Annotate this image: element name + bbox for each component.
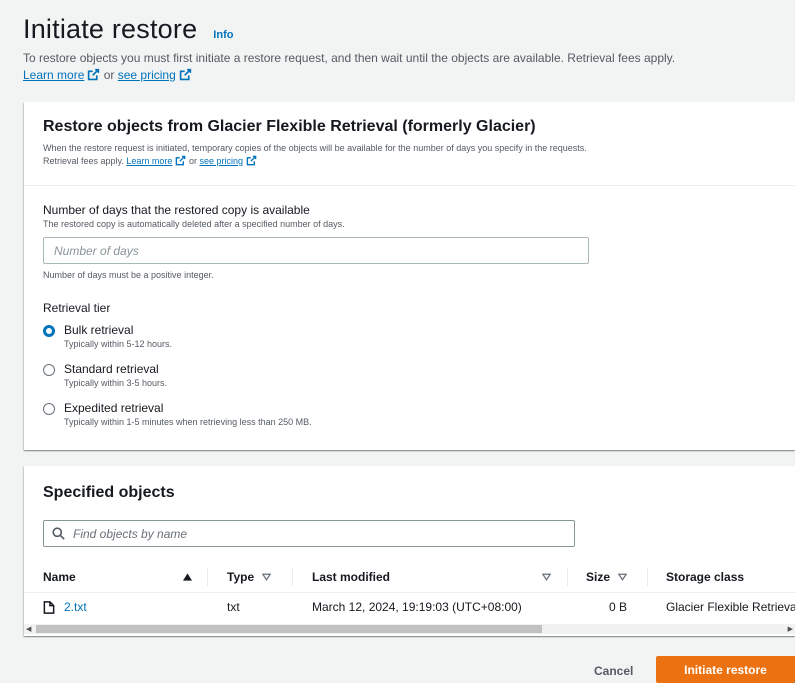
external-link-icon (246, 155, 257, 166)
restore-panel-description: When the restore request is initiated, t… (43, 142, 775, 168)
or-text: or (188, 156, 197, 166)
radio-button[interactable] (43, 403, 55, 415)
cell-storage-class: Glacier Flexible Retrieval (666, 600, 795, 614)
radio-option-title: Expedited retrieval (64, 401, 164, 415)
restore-panel-title: Restore objects from Glacier Flexible Re… (43, 118, 536, 135)
days-input[interactable] (43, 237, 589, 264)
search-icon (52, 527, 65, 540)
table-row: 2.txt txt March 12, 2024, 19:19:03 (UTC+… (24, 594, 795, 620)
days-field-header: Number of days that the restored copy is… (43, 203, 345, 229)
days-constraint-text: Number of days must be a positive intege… (43, 270, 214, 280)
radio-option-subtitle: Typically within 1-5 minutes when retrie… (64, 417, 312, 427)
restore-panel-header: Restore objects from Glacier Flexible Re… (24, 102, 795, 186)
scroll-right-arrow-icon[interactable]: ▶ (788, 625, 793, 633)
sort-icon[interactable] (542, 573, 551, 581)
restore-settings-panel: Restore objects from Glacier Flexible Re… (24, 102, 795, 450)
column-header-name[interactable]: Name (43, 570, 192, 584)
radio-option-bulk[interactable]: Bulk retrieval Typically within 5-12 hou… (43, 323, 172, 351)
page-header: Initiate restore Info (23, 14, 233, 45)
radio-button[interactable] (43, 364, 55, 376)
sort-ascending-icon[interactable] (183, 573, 192, 581)
column-divider[interactable] (292, 568, 293, 586)
radio-option-title: Standard retrieval (64, 362, 159, 376)
restore-panel-description-line2: Retrieval fees apply. (43, 156, 124, 166)
external-link-icon (179, 68, 191, 81)
radio-option-standard[interactable]: Standard retrieval Typically within 3-5 … (43, 362, 167, 390)
column-divider[interactable] (647, 568, 648, 586)
radio-option-title: Bulk retrieval (64, 323, 134, 337)
info-link[interactable]: Info (213, 29, 233, 41)
search-box[interactable] (43, 520, 575, 547)
external-link-icon (88, 68, 100, 81)
panel-see-pricing-link[interactable]: see pricing (199, 155, 257, 166)
panel-learn-more-link[interactable]: Learn more (126, 155, 186, 166)
sort-icon[interactable] (618, 573, 628, 581)
restore-panel-description-line1: When the restore request is initiated, t… (43, 143, 587, 153)
radio-button-selected[interactable] (43, 325, 55, 337)
page-title: Initiate restore (23, 14, 198, 44)
radio-option-subtitle: Typically within 3-5 hours. (64, 378, 168, 388)
object-name-link[interactable]: 2.txt (64, 600, 87, 614)
radio-option-expedited[interactable]: Expedited retrieval Typically within 1-5… (43, 401, 312, 429)
see-pricing-link[interactable]: see pricing (118, 68, 192, 82)
learn-more-link[interactable]: Learn more (23, 68, 100, 82)
cell-size: 0 B (609, 600, 628, 614)
radio-option-subtitle: Typically within 5-12 hours. (64, 339, 173, 349)
cell-type: txt (227, 600, 240, 614)
cell-name: 2.txt (43, 600, 87, 614)
cell-last-modified: March 12, 2024, 19:19:03 (UTC+08:00) (312, 600, 522, 614)
days-label: Number of days that the restored copy is… (43, 203, 310, 217)
sort-icon[interactable] (262, 573, 272, 581)
file-icon (43, 600, 55, 614)
search-input[interactable] (73, 526, 553, 541)
column-header-type[interactable]: Type (227, 570, 272, 584)
specified-objects-panel: Specified objects Name Type Last modifie… (24, 466, 795, 636)
scrollbar-thumb[interactable] (36, 625, 542, 633)
table-header: Name Type Last modified Size Storage cla… (24, 562, 795, 593)
objects-panel-title: Specified objects (43, 484, 175, 501)
column-divider[interactable] (207, 568, 208, 586)
initiate-restore-button[interactable]: Initiate restore (656, 656, 795, 683)
or-text: or (103, 68, 115, 82)
column-header-last-modified[interactable]: Last modified (312, 570, 551, 584)
page-description: To restore objects you must first initia… (23, 50, 788, 84)
retrieval-tier-label: Retrieval tier (43, 301, 111, 315)
column-header-size[interactable]: Size (586, 570, 628, 584)
cancel-button[interactable]: Cancel (594, 664, 633, 678)
page-description-text: To restore objects you must first initia… (23, 51, 676, 65)
column-header-storage-class[interactable]: Storage class (666, 570, 744, 584)
external-link-icon (176, 155, 186, 166)
column-divider[interactable] (567, 568, 568, 586)
days-description: The restored copy is automatically delet… (43, 219, 345, 229)
horizontal-scrollbar[interactable]: ◀ ▶ (24, 624, 795, 634)
scroll-left-arrow-icon[interactable]: ◀ (26, 625, 31, 633)
